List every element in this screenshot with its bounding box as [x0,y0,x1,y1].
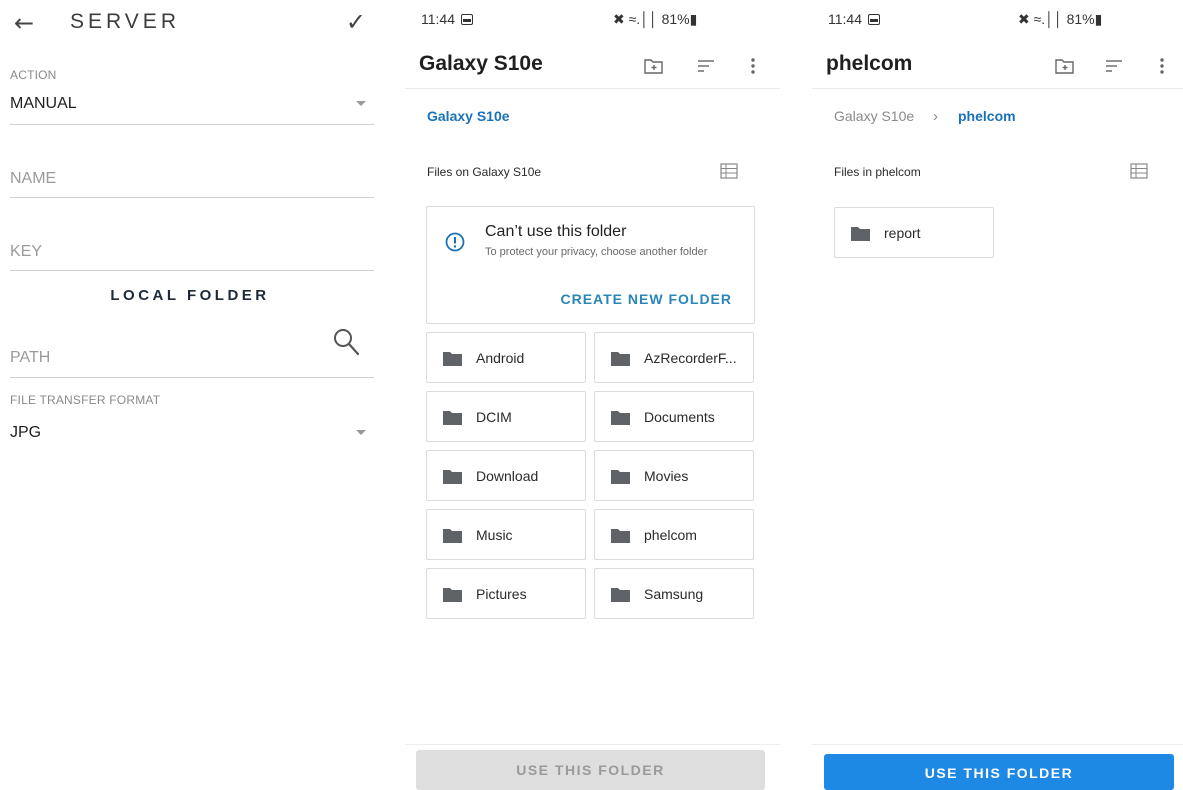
server-form-screen: ← SERVER ✓ ACTION MANUAL NAME KEY LOCAL … [0,0,380,790]
status-time: 11:44 [421,11,473,27]
folder-icon [611,352,630,366]
status-icons: ✖ ≈.││ 81%▮ [1018,11,1103,27]
format-value[interactable]: JPG [10,424,41,442]
files-section-label: Files on Galaxy S10e [427,165,542,179]
folder-item[interactable]: phelcom [594,509,754,560]
bottom-divider [812,744,1183,745]
use-this-folder-button-disabled[interactable]: USE THIS FOLDER [416,750,765,790]
name-placeholder[interactable]: NAME [10,170,56,188]
folder-icon [611,529,630,543]
breadcrumb-root[interactable]: Galaxy S10e [834,108,914,124]
folder-icon [443,588,462,602]
list-view-icon[interactable] [720,163,738,179]
folder-item[interactable]: Pictures [426,568,586,619]
bottom-divider [405,744,780,745]
dropdown-caret-icon[interactable] [356,430,366,435]
warning-text: To protect your privacy, choose another … [485,246,708,258]
app-bar-title: phelcom [826,52,913,75]
folder-icon [611,411,630,425]
action-underline [10,124,374,125]
folder-picker-root-screen: 11:44 ✖ ≈.││ 81%▮ Galaxy S10e Galaxy S10… [405,0,780,790]
path-placeholder[interactable]: PATH [10,349,50,367]
sort-icon[interactable] [694,54,718,78]
cant-use-folder-card: Can’t use this folder To protect your pr… [426,206,755,324]
sort-icon[interactable] [1102,54,1126,78]
status-bar: 11:44 ✖ ≈.││ 81%▮ [405,0,780,36]
folder-name: Music [476,527,513,543]
folder-name: Documents [644,409,715,425]
confirm-check-icon[interactable]: ✓ [346,8,366,36]
page-title: SERVER [70,10,180,33]
folder-name: Movies [644,468,689,484]
server-form-header: ← SERVER ✓ [0,0,380,46]
list-view-icon[interactable] [1130,163,1148,179]
app-bar-divider [812,88,1183,89]
folder-icon [611,470,630,484]
more-vert-icon[interactable] [1150,54,1174,78]
name-underline [10,197,374,198]
create-new-folder-button[interactable]: CREATE NEW FOLDER [560,291,732,307]
folder-icon [443,411,462,425]
format-label: FILE TRANSFER FORMAT [10,393,161,407]
use-this-folder-button[interactable]: USE THIS FOLDER [824,754,1174,790]
folder-item[interactable]: AzRecorderF... [594,332,754,383]
key-placeholder[interactable]: KEY [10,243,42,261]
gallery-notification-icon [868,14,880,25]
folder-icon [443,352,462,366]
folder-item[interactable]: Samsung [594,568,754,619]
folder-name: Android [476,350,525,366]
back-arrow-icon[interactable]: ← [14,9,34,37]
app-bar-divider [405,88,780,89]
status-bar: 11:44 ✖ ≈.││ 81%▮ [812,0,1183,36]
app-bar-title: Galaxy S10e [419,52,543,75]
status-icons: ✖ ≈.││ 81%▮ [613,11,698,27]
folder-name: phelcom [644,527,697,543]
breadcrumb-current[interactable]: phelcom [958,108,1016,124]
folder-item[interactable]: Android [426,332,586,383]
folder-name: Download [476,468,539,484]
chevron-right-icon: › [933,108,938,125]
app-bar: Galaxy S10e [405,44,780,88]
folder-name: report [884,225,921,241]
folder-icon [851,227,870,241]
key-underline [10,270,374,271]
action-label: ACTION [10,68,57,82]
path-underline [10,377,374,378]
folder-name: AzRecorderF... [644,350,737,366]
files-section-label: Files in phelcom [834,165,921,179]
local-folder-heading: LOCAL FOLDER [110,287,270,304]
folder-icon [611,588,630,602]
folder-item[interactable]: DCIM [426,391,586,442]
folder-icon [443,470,462,484]
new-folder-icon[interactable] [1053,54,1077,78]
folder-item[interactable]: report [834,207,994,258]
folder-name: Samsung [644,586,704,602]
folder-name: Pictures [476,586,527,602]
folder-picker-phelcom-screen: 11:44 ✖ ≈.││ 81%▮ phelcom Galaxy S10e › … [812,0,1183,790]
new-folder-icon[interactable] [642,54,666,78]
more-vert-icon[interactable] [741,54,765,78]
gallery-notification-icon [461,14,473,25]
folder-item[interactable]: Movies [594,450,754,501]
folder-item[interactable]: Download [426,450,586,501]
folder-item[interactable]: Documents [594,391,754,442]
action-value[interactable]: MANUAL [10,95,77,113]
folder-item[interactable]: Music [426,509,586,560]
info-alert-icon [445,232,465,252]
breadcrumb-root[interactable]: Galaxy S10e [427,108,510,124]
warning-title: Can’t use this folder [485,223,627,240]
status-time: 11:44 [828,11,880,27]
app-bar: phelcom [812,44,1183,88]
folder-icon [443,529,462,543]
dropdown-caret-icon[interactable] [356,101,366,106]
search-icon[interactable] [332,327,360,357]
folder-name: DCIM [476,409,512,425]
